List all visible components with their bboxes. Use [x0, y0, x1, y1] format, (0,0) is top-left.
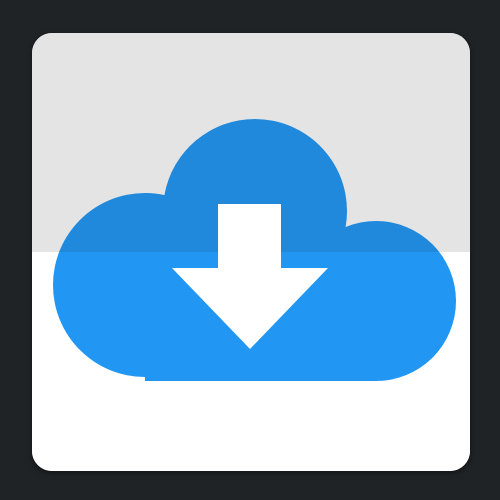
cloud-download-icon: [53, 119, 456, 381]
app-icon-tile[interactable]: [32, 33, 470, 471]
